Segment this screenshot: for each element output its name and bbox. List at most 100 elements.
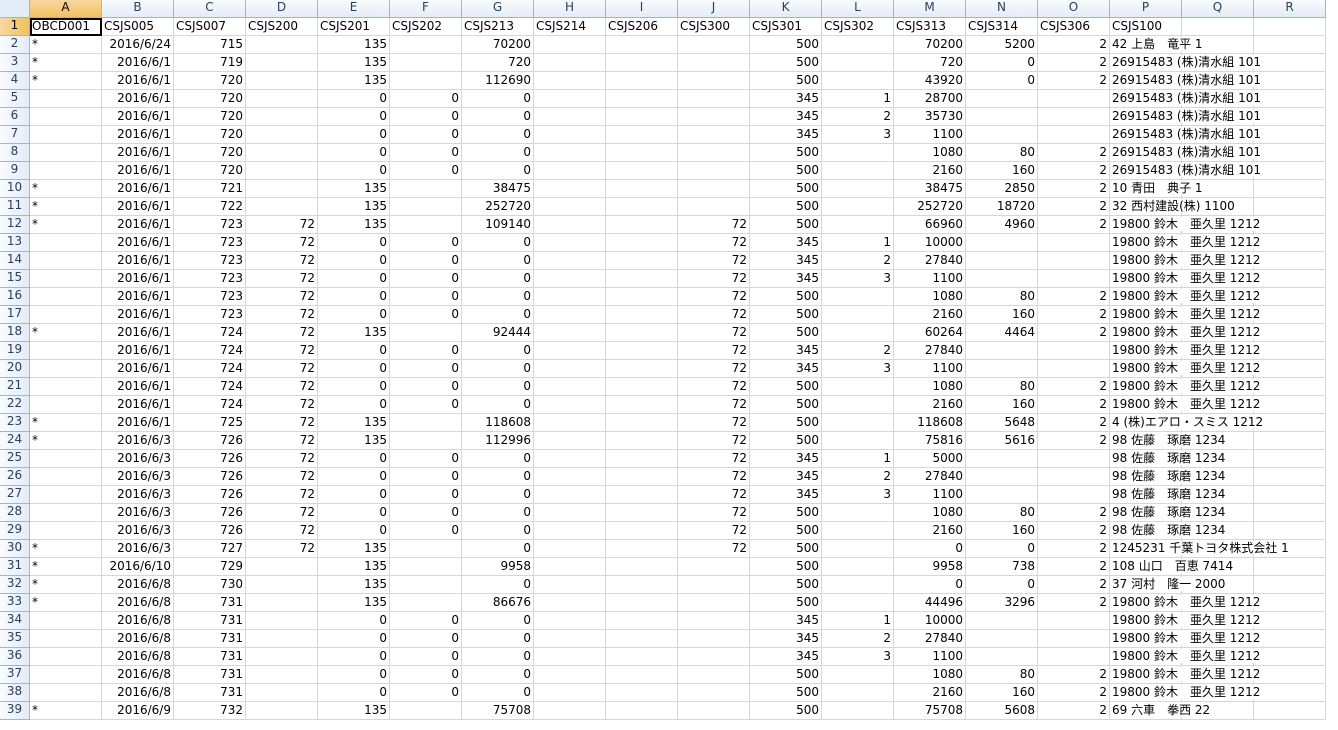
cell-l32[interactable] [822,576,894,594]
cell-i24[interactable] [606,432,678,450]
cell-f34[interactable]: 0 [390,612,462,630]
cell-g8[interactable]: 0 [462,144,534,162]
cell-g13[interactable]: 0 [462,234,534,252]
cell-r7[interactable] [1254,126,1326,144]
cell-n20[interactable] [966,360,1038,378]
cell-i38[interactable] [606,684,678,702]
cell-a3[interactable]: * [30,54,102,72]
cell-m9[interactable]: 2160 [894,162,966,180]
cell-j7[interactable] [678,126,750,144]
cell-d30[interactable]: 72 [246,540,318,558]
cell-e23[interactable]: 135 [318,414,390,432]
cell-f1[interactable]: CSJS202 [390,18,462,36]
cell-o18[interactable]: 2 [1038,324,1110,342]
cell-c16[interactable]: 723 [174,288,246,306]
cell-b34[interactable]: 2016/6/8 [102,612,174,630]
cell-l16[interactable] [822,288,894,306]
cell-k7[interactable]: 345 [750,126,822,144]
cell-e16[interactable]: 0 [318,288,390,306]
cell-i13[interactable] [606,234,678,252]
row-header-28[interactable]: 28 [0,504,30,522]
column-header-h[interactable]: H [534,0,606,18]
cell-r28[interactable] [1254,504,1326,522]
cell-c35[interactable]: 731 [174,630,246,648]
cell-d36[interactable] [246,648,318,666]
cell-f24[interactable] [390,432,462,450]
cell-d8[interactable] [246,144,318,162]
cell-f16[interactable]: 0 [390,288,462,306]
cell-c12[interactable]: 723 [174,216,246,234]
row-header-1[interactable]: 1 [0,18,30,36]
cell-p34[interactable]: 19800 鈴木 亜久里 1212 [1110,612,1263,630]
cell-a34[interactable] [30,612,102,630]
cell-d18[interactable]: 72 [246,324,318,342]
cell-c17[interactable]: 723 [174,306,246,324]
cell-e35[interactable]: 0 [318,630,390,648]
row-header-38[interactable]: 38 [0,684,30,702]
cell-e10[interactable]: 135 [318,180,390,198]
cell-r21[interactable] [1254,378,1326,396]
cell-b4[interactable]: 2016/6/1 [102,72,174,90]
cell-e14[interactable]: 0 [318,252,390,270]
cell-a1[interactable]: OBCD001 [30,18,102,36]
cell-a6[interactable] [30,108,102,126]
cell-k21[interactable]: 500 [750,378,822,396]
cell-l20[interactable]: 3 [822,360,894,378]
cell-m33[interactable]: 44496 [894,594,966,612]
cell-n17[interactable]: 160 [966,306,1038,324]
cell-a17[interactable] [30,306,102,324]
row-header-36[interactable]: 36 [0,648,30,666]
cell-c21[interactable]: 724 [174,378,246,396]
cell-d22[interactable]: 72 [246,396,318,414]
cell-g32[interactable]: 0 [462,576,534,594]
cell-g4[interactable]: 112690 [462,72,534,90]
cell-l13[interactable]: 1 [822,234,894,252]
row-header-9[interactable]: 9 [0,162,30,180]
cell-a37[interactable] [30,666,102,684]
cell-r10[interactable] [1254,180,1326,198]
cell-o29[interactable]: 2 [1038,522,1110,540]
cell-g11[interactable]: 252720 [462,198,534,216]
cell-n30[interactable]: 0 [966,540,1038,558]
cell-c25[interactable]: 726 [174,450,246,468]
cell-a21[interactable] [30,378,102,396]
column-header-b[interactable]: B [102,0,174,18]
cell-k39[interactable]: 500 [750,702,822,720]
cell-l37[interactable] [822,666,894,684]
cell-l23[interactable] [822,414,894,432]
cell-l36[interactable]: 3 [822,648,894,666]
cell-d34[interactable] [246,612,318,630]
cell-a18[interactable]: * [30,324,102,342]
cell-m18[interactable]: 60264 [894,324,966,342]
cell-e39[interactable]: 135 [318,702,390,720]
cell-m27[interactable]: 1100 [894,486,966,504]
cell-e28[interactable]: 0 [318,504,390,522]
cell-n6[interactable] [966,108,1038,126]
cell-f14[interactable]: 0 [390,252,462,270]
cell-l22[interactable] [822,396,894,414]
cell-b9[interactable]: 2016/6/1 [102,162,174,180]
row-header-35[interactable]: 35 [0,630,30,648]
cell-j21[interactable]: 72 [678,378,750,396]
cell-p24[interactable]: 98 佐藤 琢磨 1234 [1110,432,1228,450]
cell-f36[interactable]: 0 [390,648,462,666]
cell-i14[interactable] [606,252,678,270]
cell-g17[interactable]: 0 [462,306,534,324]
cell-j30[interactable]: 72 [678,540,750,558]
cell-b24[interactable]: 2016/6/3 [102,432,174,450]
cell-c3[interactable]: 719 [174,54,246,72]
cell-i2[interactable] [606,36,678,54]
cell-k30[interactable]: 500 [750,540,822,558]
cell-a28[interactable] [30,504,102,522]
cell-a19[interactable] [30,342,102,360]
cell-c27[interactable]: 726 [174,486,246,504]
row-header-17[interactable]: 17 [0,306,30,324]
cell-h5[interactable] [534,90,606,108]
cell-p20[interactable]: 19800 鈴木 亜久里 1212 [1110,360,1263,378]
cell-k32[interactable]: 500 [750,576,822,594]
cell-p21[interactable]: 19800 鈴木 亜久里 1212 [1110,378,1263,396]
cell-i19[interactable] [606,342,678,360]
cell-a35[interactable] [30,630,102,648]
cell-d21[interactable]: 72 [246,378,318,396]
cell-l34[interactable]: 1 [822,612,894,630]
